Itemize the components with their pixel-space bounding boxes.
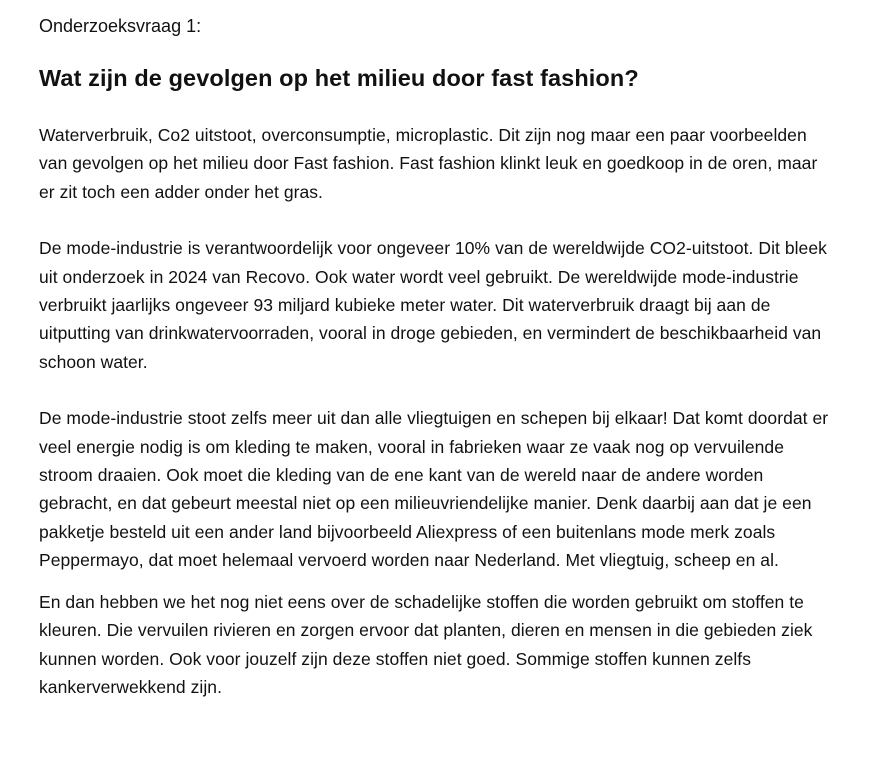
page-title: Wat zijn de gevolgen op het milieu door … <box>39 65 639 91</box>
paragraph-emissions-water: De mode-industrie is verantwoordelijk vo… <box>39 238 827 372</box>
question-label: Onderzoeksvraag 1: <box>39 16 202 36</box>
paragraph-transport: De mode-industrie stoot zelfs meer uit d… <box>39 408 829 571</box>
paragraph-intro: Waterverbruik, Co2 uitstoot, overconsump… <box>39 125 818 202</box>
document-body: Onderzoeksvraag 1: Wat zijn de gevolgen … <box>39 13 829 701</box>
paragraph-chemicals: En dan hebben we het nog niet eens over … <box>39 591 813 697</box>
